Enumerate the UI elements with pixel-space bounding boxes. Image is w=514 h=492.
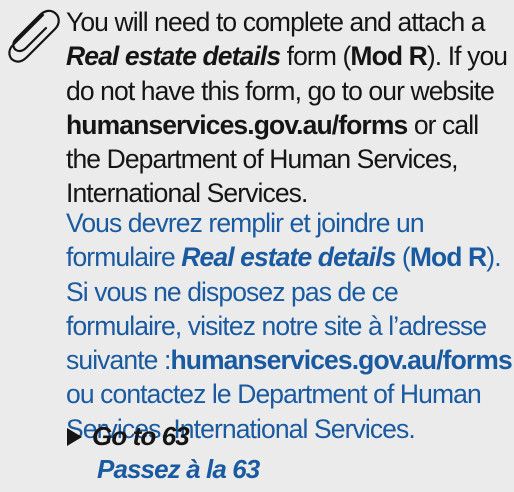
go-to-instruction: Go to 63 Passez à la 63 — [66, 420, 260, 486]
go-to-label-fr: Passez à la 63 — [97, 454, 260, 484]
french-instructions: Vous devrez remplir et joindre un formula… — [66, 206, 513, 446]
paperclip-icon — [8, 9, 60, 63]
website-link-en[interactable]: humanservices.gov.au/forms — [66, 110, 408, 140]
english-line-5: the Department of Human Services, — [66, 144, 458, 175]
english-line-2-end: ). If you — [426, 41, 508, 72]
english-line-3: do not have this form, go to our website — [66, 75, 495, 106]
english-line-2-mid: form ( — [280, 41, 352, 72]
instruction-panel: You will need to complete and attach a Re… — [0, 0, 514, 492]
french-line-1: Vous devrez remplir et joindre un — [66, 208, 425, 238]
french-line-2-end: ). — [486, 242, 501, 273]
go-to-english[interactable]: Go to 63 — [66, 420, 259, 453]
french-line-4: formulaire, visitez notre site à l’adres… — [66, 310, 487, 341]
french-line-2-open: ( — [395, 242, 411, 273]
form-name-fr: Real estate details — [181, 242, 396, 273]
french-line-5-start: suivante : — [66, 345, 171, 376]
form-code-en: Mod R — [350, 41, 427, 72]
english-instructions: You will need to complete and attach a Re… — [66, 5, 510, 211]
english-line-4-end: or call — [407, 109, 479, 140]
arrow-right-icon — [67, 428, 82, 446]
go-to-french[interactable]: Passez à la 63 — [66, 453, 260, 486]
english-line-6: International Services. — [66, 178, 308, 209]
form-name-en: Real estate details — [66, 41, 281, 72]
french-line-3: Si vous ne disposez pas de ce — [66, 276, 399, 307]
go-to-label-en: Go to 63 — [92, 421, 190, 451]
english-line-1: You will need to complete and attach a — [66, 7, 485, 37]
website-link-fr[interactable]: humanservices.gov.au/forms — [170, 345, 512, 375]
form-code-fr: Mod R — [409, 242, 487, 273]
french-line-2-start: formulaire — [66, 242, 182, 273]
french-line-6: ou contactez le Department of Human — [66, 379, 482, 410]
